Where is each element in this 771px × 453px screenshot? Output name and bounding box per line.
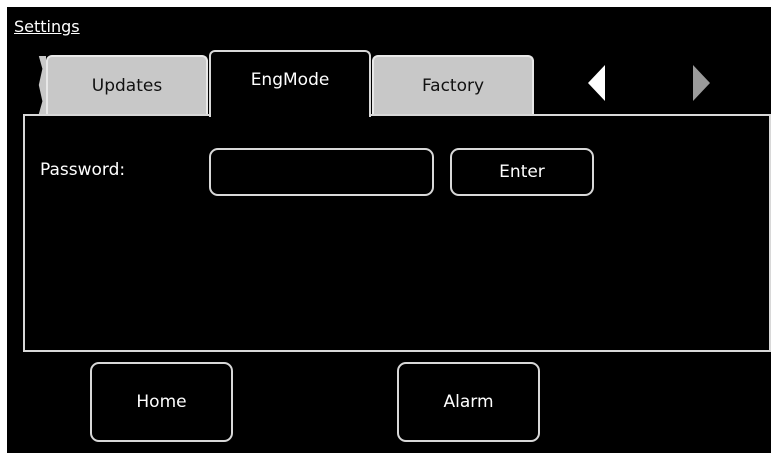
password-input[interactable]	[209, 148, 434, 196]
home-button-label: Home	[136, 392, 187, 412]
tab-label: Factory	[421, 75, 485, 96]
enter-button-label: Enter	[499, 162, 545, 182]
tab-engmode[interactable]: EngMode	[209, 50, 371, 117]
tab-label: Updates	[91, 75, 163, 96]
tab-updates[interactable]: Updates	[46, 55, 208, 114]
page-title: Settings	[14, 17, 80, 36]
enter-button[interactable]: Enter	[450, 148, 594, 196]
tab-strip-edge	[38, 56, 46, 114]
home-button[interactable]: Home	[90, 362, 233, 442]
settings-screen: Settings Updates EngMode Factory Passwor…	[7, 7, 771, 453]
triangle-left-icon[interactable]	[588, 65, 605, 101]
triangle-right-icon[interactable]	[693, 65, 710, 101]
tab-label: EngMode	[250, 70, 330, 90]
alarm-button[interactable]: Alarm	[397, 362, 540, 442]
password-label: Password:	[40, 160, 126, 180]
tab-factory[interactable]: Factory	[372, 55, 534, 114]
alarm-button-label: Alarm	[443, 392, 494, 412]
